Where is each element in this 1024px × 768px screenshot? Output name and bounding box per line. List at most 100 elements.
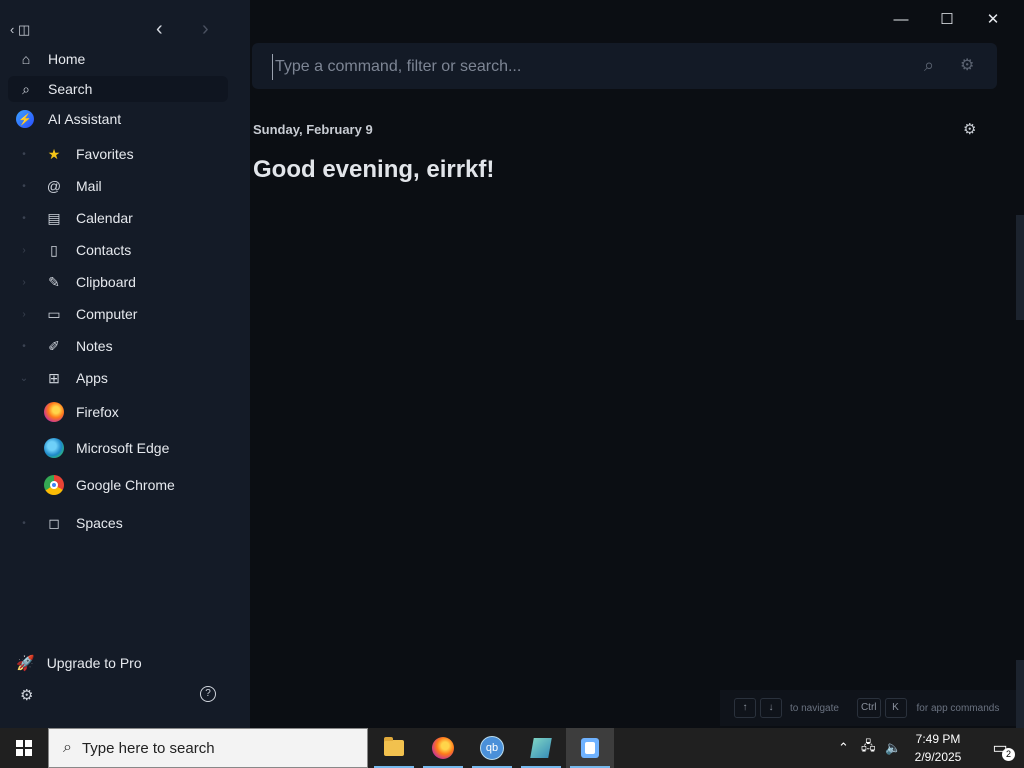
book-app-icon: [530, 738, 552, 758]
scrollbar-lower: [1016, 660, 1024, 728]
settings-gear-icon[interactable]: ⚙: [20, 686, 33, 704]
taskbar-search-box[interactable]: ⌕ Type here to search: [48, 728, 368, 768]
taskbar: ⌕ Type here to search qb ⌃ 🖧 🔈 7:49 PM 2…: [0, 728, 1024, 768]
expand-icon[interactable]: ›: [16, 277, 32, 288]
date-label: Sunday, February 9: [253, 122, 373, 137]
upgrade-to-pro-button[interactable]: 🚀 Upgrade to Pro: [16, 654, 142, 672]
file-explorer-icon: [384, 737, 404, 756]
sidebar-toggle-icon[interactable]: ‹ ◫: [10, 22, 30, 38]
notification-center-button[interactable]: ▭ 2: [980, 728, 1020, 768]
expand-icon[interactable]: •: [16, 518, 32, 529]
start-button[interactable]: [0, 728, 48, 768]
search-icon: ⌕: [22, 80, 30, 97]
filter-settings-icon[interactable]: ⚙: [960, 55, 974, 75]
sidebar-item-label: Mail: [76, 178, 102, 194]
sidebar-item-label: Favorites: [76, 146, 134, 162]
close-button[interactable]: ✕: [970, 8, 1016, 32]
taskbar-file-explorer[interactable]: [370, 728, 418, 768]
collapse-icon[interactable]: ⌄: [16, 373, 32, 384]
sidebar-item-clipboard[interactable]: › ✎ Clipboard: [8, 268, 228, 296]
home-icon: ⌂: [21, 51, 31, 67]
star-icon: ★: [47, 145, 61, 162]
expand-icon[interactable]: ›: [16, 245, 32, 256]
folder-icon: ▭: [47, 305, 61, 322]
nav-home-label: Home: [48, 51, 86, 67]
greeting-heading: Good evening, eirrkf!: [253, 156, 495, 183]
sidebar-item-calendar[interactable]: • ▤ Calendar: [8, 204, 228, 232]
sidebar-item-mail[interactable]: • @ Mail: [8, 172, 228, 200]
nav-ai-assistant[interactable]: ⚡ AI Assistant: [8, 106, 228, 132]
firefox-icon: [44, 402, 64, 422]
app-item-label: Firefox: [76, 404, 119, 420]
nav-search[interactable]: ⌕ Search: [8, 76, 228, 102]
command-search-input[interactable]: [272, 54, 897, 80]
sidebar-item-label: Notes: [76, 338, 113, 354]
notification-count-badge: 2: [1002, 748, 1015, 761]
sidebar-item-label: Spaces: [76, 515, 123, 531]
sidebar-item-label: Clipboard: [76, 274, 136, 290]
bookmark-icon: ◻: [48, 514, 60, 531]
sidebar-item-apps[interactable]: ⌄ ⊞ Apps: [8, 364, 228, 392]
sidebar-item-spaces[interactable]: • ◻ Spaces: [8, 509, 228, 537]
nav-home[interactable]: ⌂ Home: [8, 46, 228, 72]
sidebar-item-label: Calendar: [76, 210, 133, 226]
navigate-hint: to navigate: [790, 702, 839, 714]
taskbar-active-app[interactable]: [566, 728, 614, 768]
taskbar-reader-app[interactable]: [517, 728, 565, 768]
dashboard-settings-icon[interactable]: ⚙: [963, 120, 976, 138]
calendar-icon: ▤: [47, 209, 61, 226]
up-key: ↑: [734, 698, 756, 718]
sidebar-item-notes[interactable]: • ✐ Notes: [8, 332, 228, 360]
rocket-icon: 🚀: [16, 655, 35, 672]
network-icon[interactable]: 🖧: [861, 728, 876, 768]
search-icon[interactable]: ⌕: [924, 55, 934, 76]
document-app-icon: [581, 738, 599, 758]
app-item-label: Microsoft Edge: [76, 440, 170, 456]
app-item-firefox[interactable]: Firefox: [8, 398, 228, 426]
taskbar-qbittorrent[interactable]: qb: [468, 728, 516, 768]
volume-muted-icon[interactable]: 🔈: [885, 728, 901, 768]
nav-search-label: Search: [48, 81, 93, 97]
back-icon[interactable]: ‹: [156, 18, 163, 41]
minimize-button[interactable]: —: [878, 8, 924, 32]
show-hidden-icons-chevron[interactable]: ⌃: [838, 728, 849, 768]
sidebar-item-favorites[interactable]: • ★ Favorites: [8, 140, 228, 168]
ctrl-key: Ctrl: [856, 698, 881, 718]
sidebar-item-label: Computer: [76, 306, 138, 322]
expand-icon[interactable]: •: [16, 181, 32, 192]
app-item-edge[interactable]: Microsoft Edge: [8, 434, 228, 462]
taskbar-firefox[interactable]: [419, 728, 467, 768]
windows-logo-icon: [16, 740, 32, 756]
notes-icon: ✐: [48, 337, 60, 354]
nav-ai-assistant-label: AI Assistant: [48, 111, 122, 127]
qbittorrent-icon: qb: [480, 736, 504, 760]
scrollbar[interactable]: [1016, 215, 1024, 320]
sidebar-item-label: Apps: [76, 370, 108, 386]
sidebar-item-contacts[interactable]: › ▯ Contacts: [8, 236, 228, 264]
clipboard-icon: ✎: [48, 273, 60, 290]
firefox-icon: [432, 737, 454, 759]
sidebar-item-computer[interactable]: › ▭ Computer: [8, 300, 228, 328]
forward-icon[interactable]: ›: [202, 18, 209, 41]
maximize-button[interactable]: ☐: [924, 8, 970, 32]
sidebar-header: ‹ ◫ ‹ ›: [10, 16, 240, 44]
help-icon[interactable]: ?: [200, 686, 216, 702]
app-commands-hint: for app commands: [916, 702, 1000, 714]
expand-icon[interactable]: •: [16, 213, 32, 224]
chrome-icon: [44, 475, 64, 495]
expand-icon[interactable]: •: [16, 149, 32, 160]
sidebar: ‹ ◫ ‹ › ⌂ Home ⌕ Search ⚡ AI Assistant •…: [0, 0, 250, 728]
ai-assistant-icon: ⚡: [16, 110, 34, 128]
clock-date: 2/9/2025: [914, 750, 962, 764]
command-bar: ⌕ ⚙: [252, 43, 997, 89]
expand-icon[interactable]: ›: [16, 309, 32, 320]
taskbar-search-placeholder: Type here to search: [81, 739, 215, 757]
app-item-label: Google Chrome: [76, 477, 175, 493]
taskbar-clock[interactable]: 7:49 PM 2/9/2025: [905, 730, 971, 766]
apps-grid-icon: ⊞: [48, 369, 60, 386]
contacts-icon: ▯: [50, 241, 58, 258]
expand-icon[interactable]: •: [16, 341, 32, 352]
keyboard-hints: ↑ ↓ to navigate Ctrl K for app commands: [720, 690, 1016, 726]
app-item-chrome[interactable]: Google Chrome: [8, 471, 228, 499]
sidebar-item-label: Contacts: [76, 242, 132, 258]
